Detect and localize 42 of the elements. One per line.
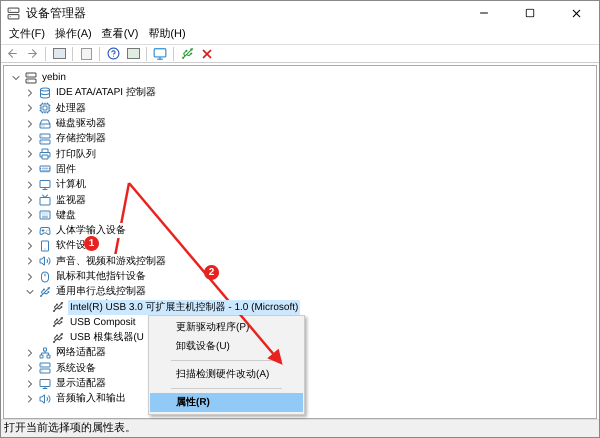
network-icon [39, 346, 51, 359]
status-text: 打开当前选择项的属性表。 [4, 421, 136, 436]
context-menu-item[interactable]: 属性(R) [150, 393, 303, 412]
close-icon [570, 6, 582, 20]
tree-item[interactable]: USB Composit [68, 314, 138, 330]
step-badge: 2 [204, 265, 219, 280]
tree-item[interactable]: yebin [42, 70, 66, 86]
storage-icon [39, 132, 51, 145]
console-tree-icon[interactable] [50, 46, 68, 62]
display-adapter-icon [39, 378, 51, 390]
speaker-icon [39, 392, 51, 405]
tree-item[interactable]: 声音、视频和游戏控制器 [56, 254, 166, 269]
disk-drive-icon [39, 118, 51, 130]
menu-item[interactable]: 查看(V) [98, 26, 142, 43]
scan-monitor-icon[interactable] [151, 46, 169, 62]
device-icon [39, 240, 51, 252]
menu-item[interactable]: 操作(A) [51, 26, 96, 43]
usb-plug-icon [52, 316, 64, 328]
action-pane-icon[interactable] [124, 46, 142, 62]
maximize-icon [525, 8, 535, 18]
mouse-icon [39, 270, 51, 282]
usb-plug-icon [52, 332, 64, 344]
menu-item[interactable]: 文件(F) [5, 26, 50, 43]
keyboard-icon [39, 209, 51, 222]
usb-plug-icon [39, 286, 51, 298]
tree-item[interactable]: 人体学输入设备 [56, 223, 126, 238]
tree-item[interactable]: USB 根集线器(U [68, 330, 146, 346]
step-badge: 1 [84, 236, 99, 251]
menu-item[interactable]: 帮助(H) [144, 26, 190, 43]
tree-item[interactable]: 通用串行总线控制器 [56, 284, 146, 300]
controller-icon [39, 86, 51, 99]
tree-item[interactable]: 鼠标和其他指针设备 [56, 269, 146, 284]
system-device-icon [39, 362, 51, 374]
speaker-icon [39, 255, 51, 268]
window-title: 设备管理器 [26, 5, 86, 22]
input-device-icon [39, 224, 51, 237]
usb-plug-icon [52, 301, 64, 314]
device-manager-icon [7, 6, 20, 20]
processor-icon [39, 102, 51, 114]
printer-icon [39, 148, 51, 160]
monitor-icon [39, 194, 51, 206]
tree-item[interactable]: Intel(R) USB 3.0 可扩展主机控制器 - 1.0 (Microsoft) [68, 300, 300, 315]
